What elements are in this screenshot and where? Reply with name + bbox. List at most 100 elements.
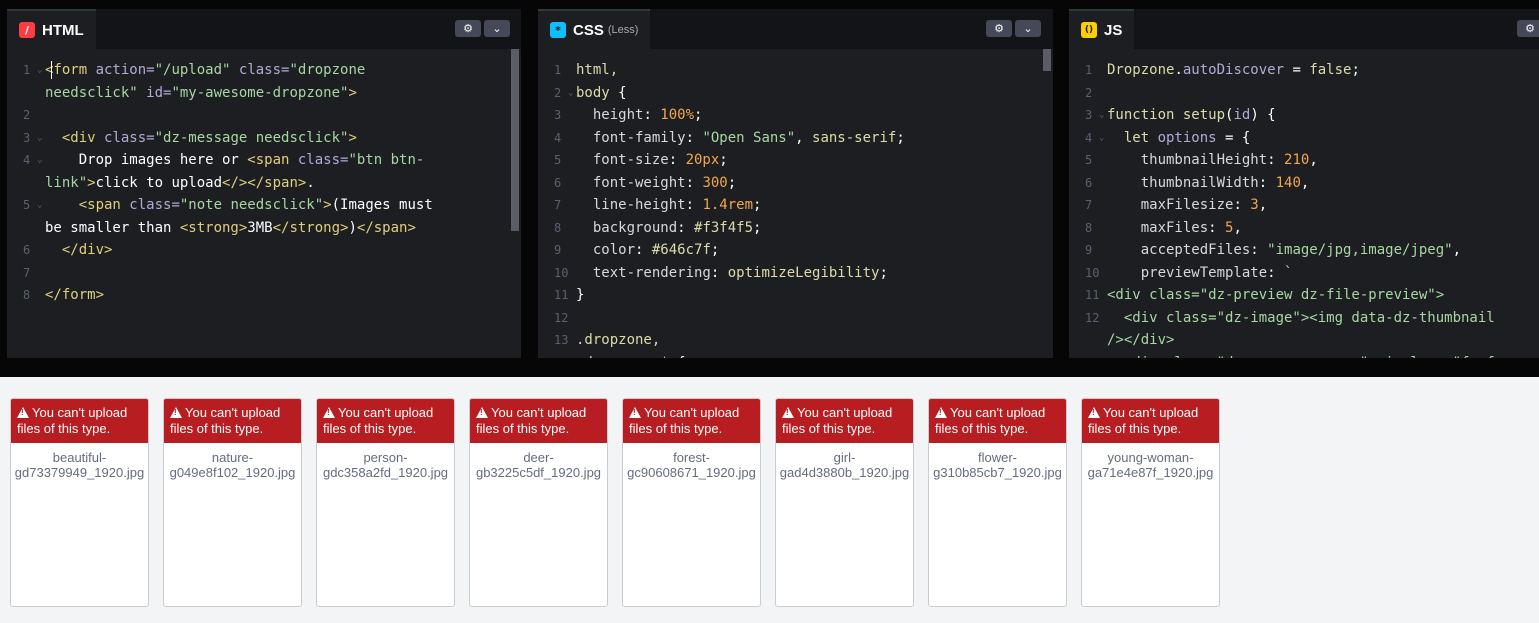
file-name-line: girl-: [833, 450, 856, 465]
code-line[interactable]: 13 .dropzone,: [538, 329, 1053, 352]
code-line[interactable]: 2 ⌄ body {: [538, 82, 1053, 105]
file-preview-card[interactable]: You can't upload files of this type. deer…: [469, 398, 608, 607]
line-number: 10: [554, 265, 569, 280]
code-text: <div class="dz-image"><img data-dz-thumb…: [1107, 307, 1539, 330]
code-token: text-rendering: [592, 264, 711, 281]
fold-arrow-icon[interactable]: ⌄: [37, 149, 42, 172]
code-line[interactable]: needsclick" id="my-awesome-dropzone">: [7, 82, 521, 105]
code-token: :: [1233, 197, 1251, 213]
code-line[interactable]: 8 </form>: [7, 284, 521, 307]
chevron-down-icon[interactable]: ⌄: [484, 20, 510, 37]
code-line[interactable]: 6 thumbnailWidth: 140,: [1069, 172, 1539, 195]
file-preview-card[interactable]: You can't upload files of this type. girl…: [775, 398, 914, 607]
dropzone-previews[interactable]: You can't upload files of this type. beau…: [0, 377, 1539, 623]
code-token: :: [685, 174, 703, 191]
fold-arrow-icon[interactable]: ⌄: [568, 82, 573, 105]
error-text: You can't upload files of this type.: [782, 405, 893, 436]
code-line[interactable]: 11}: [538, 284, 1053, 307]
html-tab-title: HTML: [42, 21, 84, 39]
fold-arrow-icon[interactable]: ⌄: [1099, 104, 1104, 127]
gear-icon[interactable]: ⚙: [1517, 20, 1539, 37]
code-line[interactable]: 3 ⌄ function setup(id) {: [1069, 104, 1539, 127]
css-code[interactable]: 1 html, 2 ⌄ body {3 height: 100%; 4 font-fami…: [538, 49, 1053, 358]
code-token: html,: [576, 62, 619, 78]
html-code[interactable]: 1 ⌄ <form action="/upload" class="dropzone…: [7, 49, 521, 307]
code-token: class=: [104, 129, 155, 146]
html-scrollbar[interactable]: [511, 49, 519, 231]
css-scrollbar[interactable]: [1043, 49, 1051, 71]
code-token: acceptedFiles: [1140, 242, 1251, 258]
code-token: font-family: [592, 129, 686, 146]
line-number: 12: [1085, 310, 1100, 325]
code-line[interactable]: 3 ⌄ <div class="dz-message needsclick">: [7, 127, 521, 150]
file-preview-card[interactable]: You can't upload files of this type. fore…: [622, 398, 761, 607]
code-line[interactable]: 8 maxFiles: 5,: [1069, 217, 1539, 240]
file-preview-card[interactable]: You can't upload files of this type. natu…: [163, 398, 302, 607]
file-preview-card[interactable]: You can't upload files of this type. flow…: [928, 398, 1067, 607]
js-code[interactable]: 1 Dropzone.autoDiscover = false; 2 3 ⌄ functi…: [1069, 49, 1539, 358]
code-line[interactable]: 2: [1069, 82, 1539, 105]
code-line[interactable]: 6 font-weight: 300;: [538, 172, 1053, 195]
code-token: 3MB: [247, 219, 273, 236]
code-line[interactable]: 4 ⌄ let options = {: [1069, 127, 1539, 150]
code-line[interactable]: 7 maxFilesize: 3,: [1069, 194, 1539, 217]
code-line[interactable]: 5 font-size: 20px;: [538, 149, 1053, 172]
code-line[interactable]: 1 Dropzone.autoDiscover = false;: [1069, 59, 1539, 82]
editor-resize-bar[interactable]: [0, 358, 1539, 377]
code-line[interactable]: 2: [7, 104, 521, 127]
code-text: body {: [576, 82, 1053, 105]
code-line[interactable]: 8 background: #f3f4f5;: [538, 217, 1053, 240]
file-preview-card[interactable]: You can't upload files of this type. pers…: [316, 398, 455, 607]
code-line[interactable]: 9 acceptedFiles: "image/jpg,image/jpeg",: [1069, 239, 1539, 262]
code-text: line-height: 1.4rem;: [576, 194, 1053, 217]
code-token: <div: [61, 129, 105, 146]
code-line[interactable]: 7: [7, 262, 521, 285]
code-line[interactable]: 1 html,: [538, 59, 1053, 82]
code-line[interactable]: link">click to upload</></span>.: [7, 172, 521, 195]
fold-arrow-icon[interactable]: ⌄: [1099, 127, 1104, 150]
warning-icon: [323, 407, 335, 418]
code-text: thumbnailWidth: 140,: [1107, 172, 1539, 195]
code-text: font-size: 20px;: [576, 149, 1053, 172]
code-line[interactable]: 6 </div>: [7, 239, 521, 262]
code-token: body: [576, 84, 619, 101]
code-line[interactable]: 5 ⌄ <span class="note needsclick">(Images…: [7, 194, 521, 217]
code-line[interactable]: 1 ⌄ <form action="/upload" class="dropzone: [7, 59, 521, 82]
code-line[interactable]: 9 color: #646c7f;: [538, 239, 1053, 262]
file-preview-card[interactable]: You can't upload files of this type. youn…: [1081, 398, 1220, 607]
code-token: 210: [1284, 152, 1310, 168]
tab-css[interactable]: * CSS (Less): [538, 9, 651, 49]
tab-html[interactable]: / HTML: [7, 9, 96, 49]
fold-arrow-icon[interactable]: ⌄: [37, 59, 42, 82]
gear-icon[interactable]: ⚙: [455, 20, 481, 37]
chevron-down-icon[interactable]: ⌄: [1015, 20, 1041, 37]
line-number: 7: [1085, 198, 1093, 212]
code-line[interactable]: 3 height: 100%;: [538, 104, 1053, 127]
file-preview-card[interactable]: You can't upload files of this type. beau…: [10, 398, 149, 607]
fold-arrow-icon[interactable]: ⌄: [37, 194, 42, 217]
code-line[interactable]: be smaller than <strong>3MB</strong>)</s…: [7, 217, 521, 240]
code-text: height: 100%;: [576, 104, 1053, 127]
js-pane-header: () JS ⚙: [1069, 9, 1539, 49]
code-token: id: [1233, 107, 1251, 123]
code-line[interactable]: 10 previewTemplate: `: [1069, 262, 1539, 285]
warning-icon: [1088, 407, 1100, 418]
code-text: Drop images here or <span class="btn btn…: [45, 149, 521, 172]
fold-arrow-icon[interactable]: ⌄: [37, 127, 42, 150]
code-line[interactable]: /></div>: [1069, 329, 1539, 352]
code-line[interactable]: 12: [538, 307, 1053, 330]
tab-js[interactable]: () JS: [1069, 9, 1135, 49]
code-line[interactable]: 10 text-rendering: optimizeLegibility;: [538, 262, 1053, 285]
code-line[interactable]: 5 thumbnailHeight: 210,: [1069, 149, 1539, 172]
code-line[interactable]: 4 font-family: "Open Sans", sans-serif;: [538, 127, 1053, 150]
code-line[interactable]: 11 <div class="dz-preview dz-file-preview…: [1069, 284, 1539, 307]
gear-icon[interactable]: ⚙: [986, 20, 1012, 37]
code-line[interactable]: 12 <div class="dz-image"><img data-dz-th…: [1069, 307, 1539, 330]
code-line[interactable]: 4 ⌄ Drop images here or <span class="btn …: [7, 149, 521, 172]
code-line[interactable]: 7 line-height: 1.4rem;: [538, 194, 1053, 217]
code-token: <span: [78, 197, 130, 213]
